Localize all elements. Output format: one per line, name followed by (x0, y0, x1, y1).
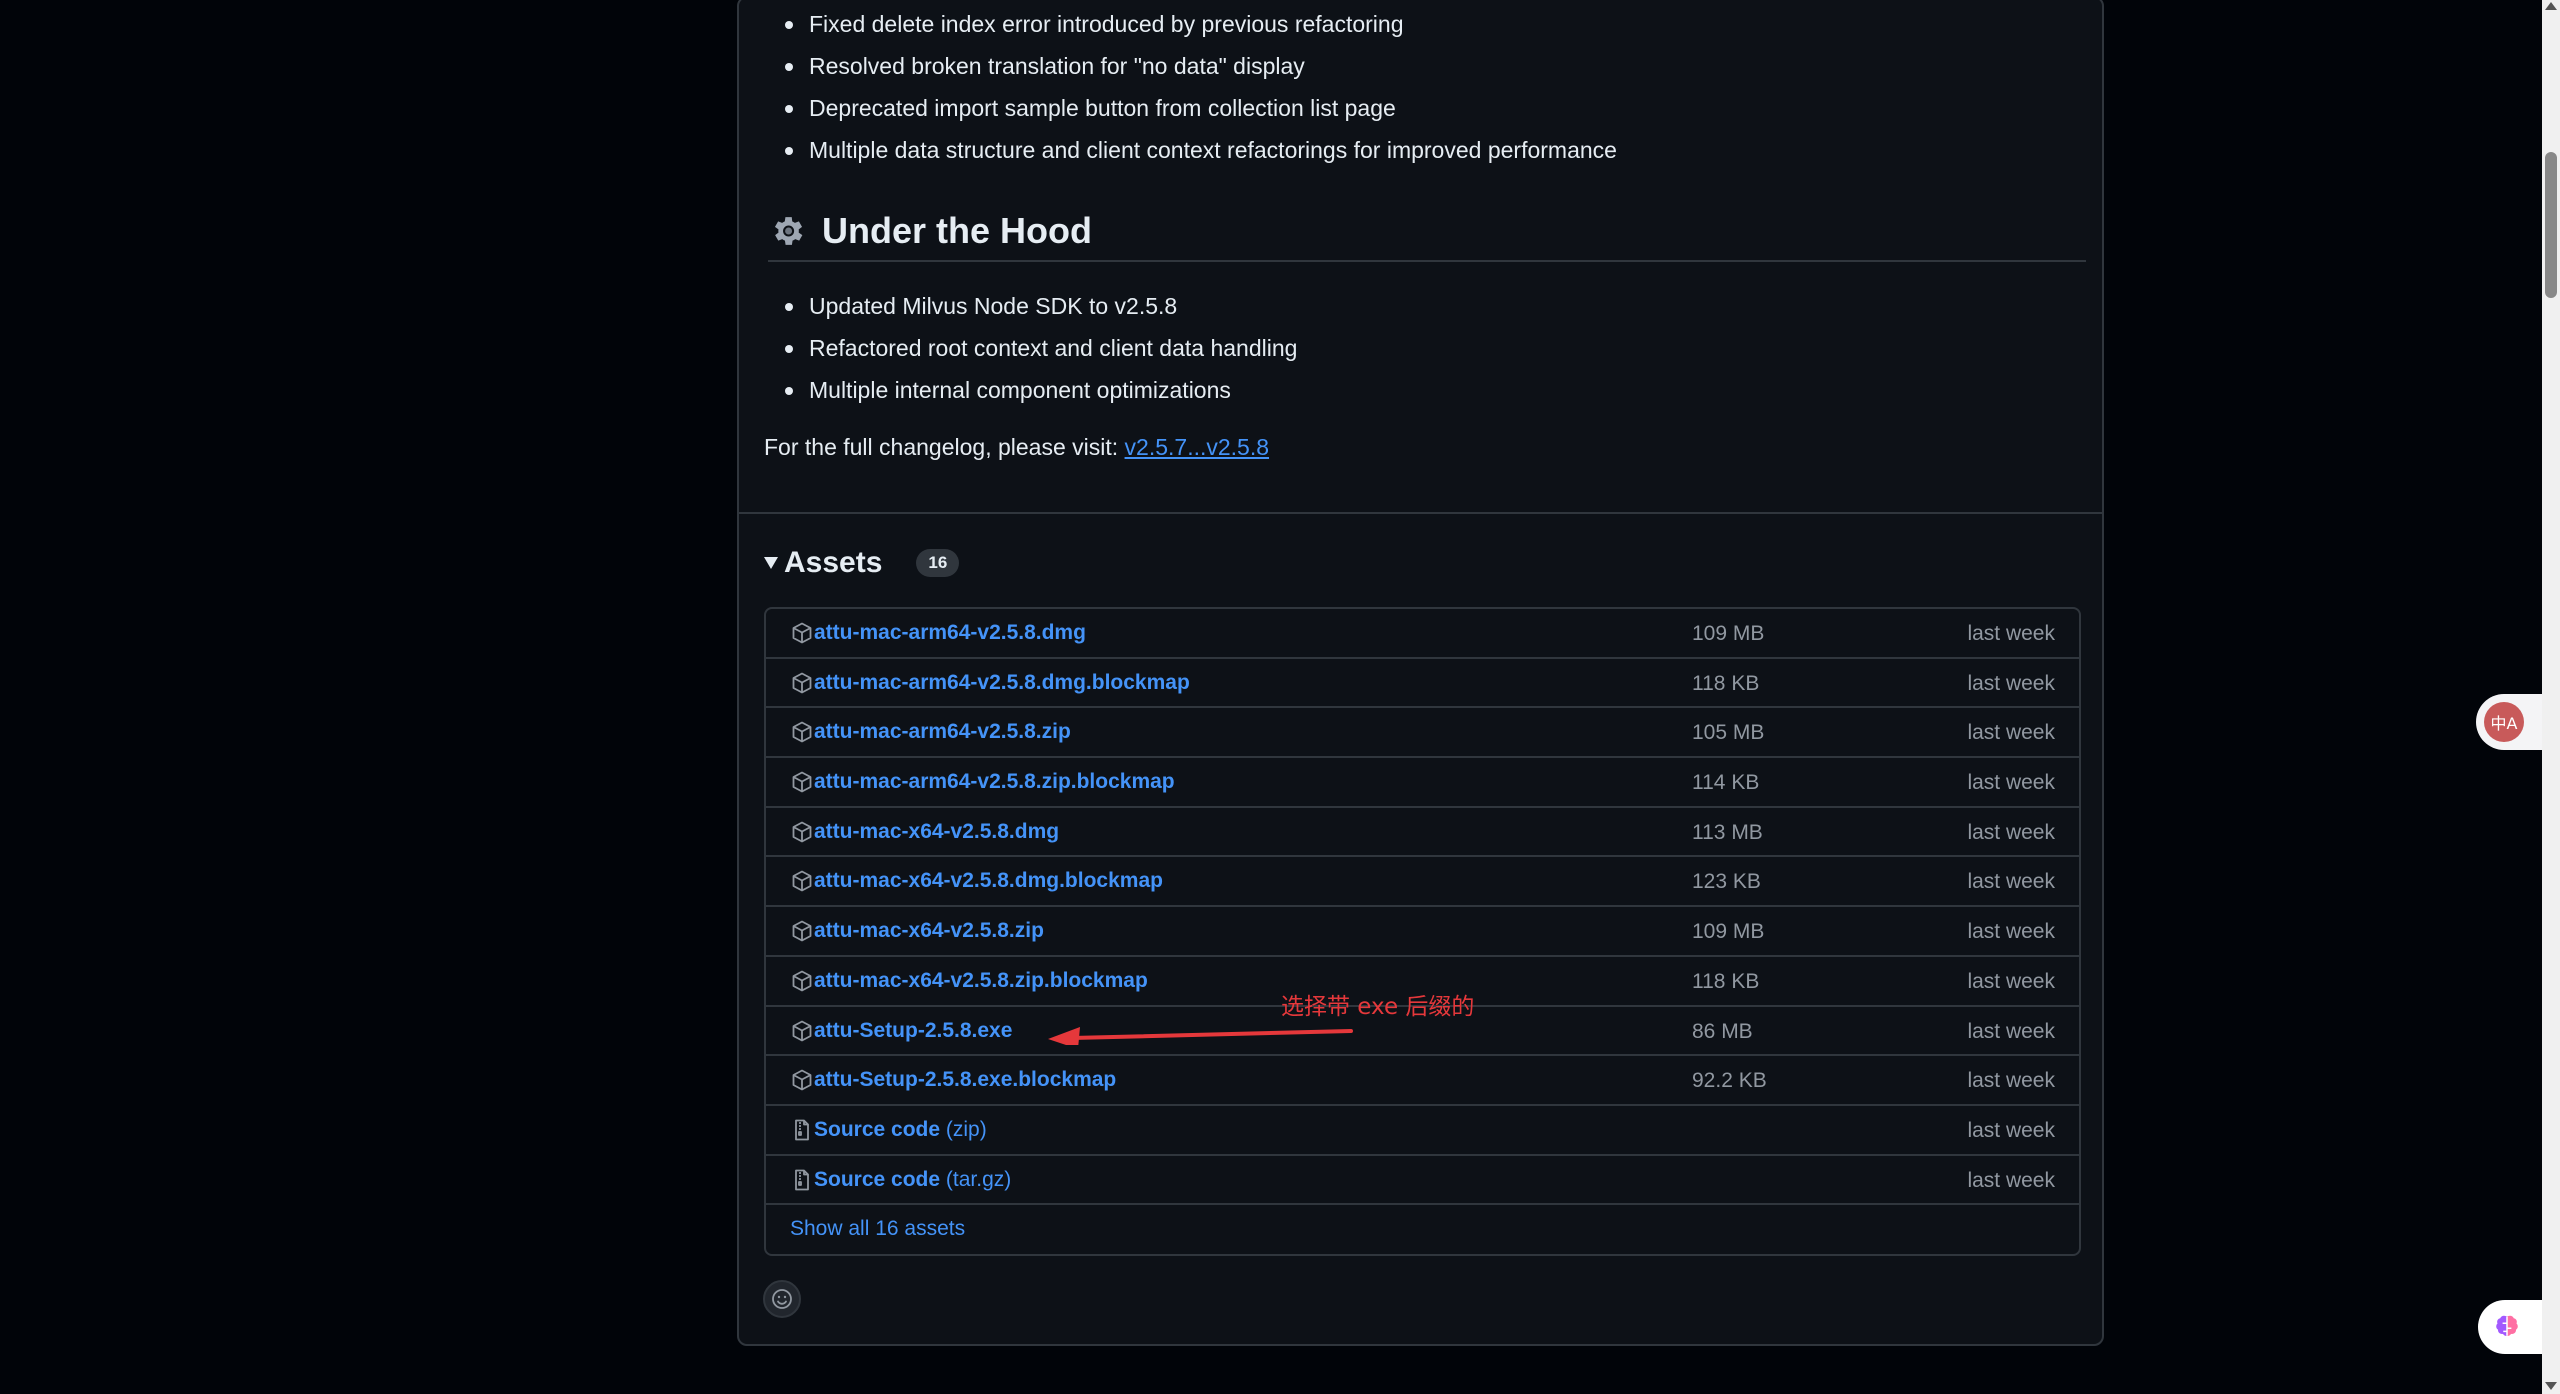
asset-size: 105 MB (1692, 721, 1765, 745)
list-item: Deprecated import sample button from col… (785, 95, 1396, 121)
smiley-icon (772, 1289, 792, 1309)
ai-assistant-float-button[interactable] (2478, 1300, 2542, 1354)
list-item: Fixed delete index error introduced by p… (785, 11, 1404, 37)
asset-link[interactable]: attu-mac-arm64-v2.5.8.zip.blockmap (814, 770, 1175, 794)
asset-link[interactable]: attu-mac-arm64-v2.5.8.dmg.blockmap (814, 671, 1190, 695)
caret-down-icon (764, 557, 778, 569)
asset-size: 113 MB (1692, 820, 1763, 844)
table-row: attu-mac-x64-v2.5.8.zip 109 MB last week (766, 907, 2079, 957)
asset-size: 109 MB (1692, 622, 1765, 645)
gear-icon (774, 217, 803, 245)
source-targz-link[interactable]: Source code (tar.gz) (814, 1168, 1011, 1192)
list-item: Resolved broken translation for "no data… (785, 53, 1305, 79)
divider (739, 512, 2102, 514)
asset-link[interactable]: attu-mac-arm64-v2.5.8.dmg (814, 621, 1086, 645)
list-item: Multiple data structure and client conte… (785, 137, 1617, 163)
changelog-line: For the full changelog, please visit: v2… (764, 432, 1269, 462)
table-row: Source code (zip) last week (766, 1106, 2079, 1156)
asset-date: last week (1967, 969, 2055, 993)
package-icon (792, 871, 812, 892)
table-row: attu-mac-arm64-v2.5.8.dmg 109 MB last we… (766, 609, 2079, 659)
assets-count-badge: 16 (916, 549, 960, 577)
annotation-arrow-icon (1048, 1027, 1353, 1045)
asset-size: 109 MB (1692, 920, 1765, 944)
asset-link[interactable]: attu-Setup-2.5.8.exe.blockmap (814, 1068, 1116, 1092)
brain-icon (2496, 1315, 2518, 1336)
list-item: Updated Milvus Node SDK to v2.5.8 (784, 293, 1178, 319)
asset-date: last week (1967, 721, 2055, 745)
asset-date: last week (1967, 870, 2055, 894)
changelog-prefix: For the full changelog, please visit: (764, 434, 1119, 460)
file-zip-icon (795, 1169, 809, 1190)
table-row: attu-Setup-2.5.8.exe.blockmap 92.2 KB la… (766, 1056, 2079, 1106)
asset-size: 86 MB (1692, 1019, 1753, 1043)
changelog-link[interactable]: v2.5.7...v2.5.8 (1125, 434, 1269, 460)
asset-date: last week (1967, 671, 2055, 695)
translate-icon: 中A (2484, 702, 2524, 742)
asset-link[interactable]: attu-Setup-2.5.8.exe (814, 1019, 1012, 1043)
package-icon (792, 622, 812, 644)
asset-size: 114 KB (1692, 771, 1760, 795)
table-row: attu-mac-arm64-v2.5.8.zip 105 MB last we… (766, 708, 2079, 759)
table-row: attu-mac-x64-v2.5.8.dmg 113 MB last week (766, 808, 2079, 858)
scroll-up-arrow-icon[interactable] (2545, 2, 2557, 10)
scrollbar-thumb[interactable] (2545, 152, 2557, 298)
table-row: attu-mac-arm64-v2.5.8.dmg.blockmap 118 K… (766, 659, 2079, 709)
package-icon (792, 1069, 812, 1091)
source-suffix: (tar.gz) (945, 1167, 1012, 1191)
asset-date: last week (1967, 920, 2055, 944)
show-all-assets-link[interactable]: Show all 16 assets (790, 1217, 965, 1241)
assets-toggle[interactable]: Assets 16 (764, 546, 960, 580)
package-icon (792, 721, 812, 743)
table-row: Source code (tar.gz) last week (766, 1156, 2079, 1206)
under-the-hood-heading: Under the Hood (768, 202, 2086, 262)
assets-title: Assets (784, 546, 883, 579)
file-zip-icon (795, 1119, 809, 1141)
asset-date: last week (1967, 771, 2055, 795)
asset-link[interactable]: attu-mac-arm64-v2.5.8.zip (814, 720, 1071, 744)
asset-date: last week (1967, 622, 2055, 645)
source-suffix: (zip) (945, 1117, 987, 1141)
scroll-down-arrow-icon[interactable] (2545, 1382, 2557, 1390)
asset-date: last week (1967, 820, 2055, 844)
table-row: attu-mac-arm64-v2.5.8.zip.blockmap 114 K… (766, 758, 2079, 808)
asset-date: last week (1967, 1118, 2055, 1142)
show-all-row: Show all 16 assets (766, 1205, 2079, 1254)
package-icon (792, 920, 812, 942)
asset-link[interactable]: attu-mac-x64-v2.5.8.zip.blockmap (814, 969, 1148, 993)
asset-link[interactable]: attu-mac-x64-v2.5.8.zip (814, 919, 1044, 943)
package-icon (792, 1020, 812, 1041)
asset-size: 118 KB (1692, 969, 1760, 993)
scrollbar[interactable] (2542, 0, 2560, 1394)
asset-date: last week (1967, 1168, 2055, 1192)
package-icon (792, 771, 812, 793)
asset-link[interactable]: attu-mac-x64-v2.5.8.dmg (814, 820, 1059, 844)
asset-size: 118 KB (1692, 671, 1760, 695)
package-icon (792, 821, 812, 843)
asset-date: last week (1967, 1019, 2055, 1043)
table-row: attu-mac-x64-v2.5.8.dmg.blockmap 123 KB … (766, 857, 2079, 908)
source-zip-link[interactable]: Source code (zip) (814, 1118, 987, 1142)
asset-size: 92.2 KB (1692, 1069, 1767, 1093)
add-reaction-button[interactable] (763, 1280, 801, 1318)
list-item: Refactored root context and client data … (784, 335, 1298, 361)
package-icon (792, 672, 812, 694)
assets-list: attu-mac-arm64-v2.5.8.dmg 109 MB last we… (764, 607, 2081, 1256)
asset-size: 123 KB (1692, 870, 1761, 894)
list-item: Multiple internal component optimization… (785, 377, 1231, 403)
package-icon (792, 970, 812, 992)
release-card: Fixed delete index error introduced by p… (737, 0, 2104, 1346)
section-title: Under the Hood (822, 210, 1092, 251)
source-label: Source code (814, 1167, 941, 1191)
asset-date: last week (1967, 1069, 2055, 1093)
asset-link[interactable]: attu-mac-x64-v2.5.8.dmg.blockmap (814, 869, 1163, 893)
source-label: Source code (814, 1117, 941, 1141)
translate-float-button[interactable]: 中A (2476, 694, 2542, 750)
